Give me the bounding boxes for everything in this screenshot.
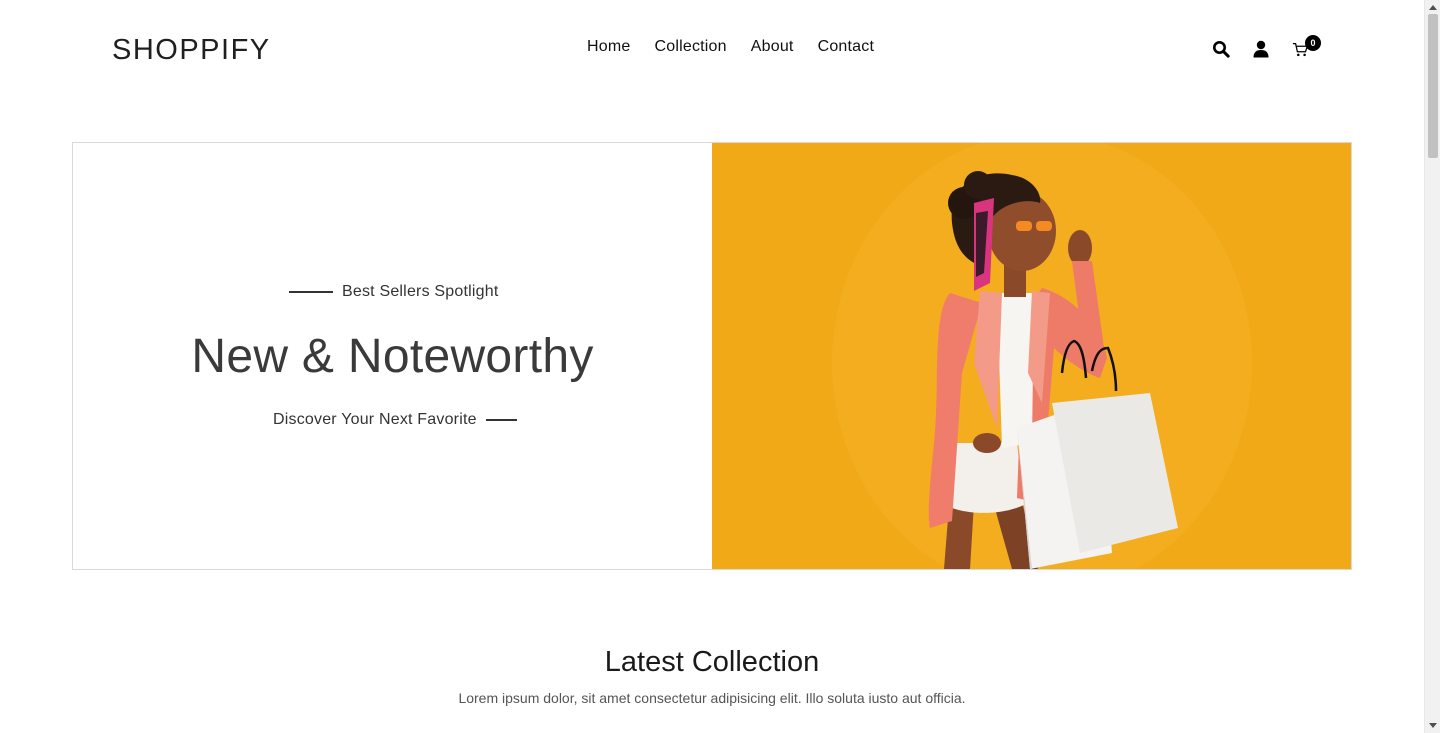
model-with-shopping-bags-illustration [712,143,1351,569]
nav-home-link[interactable]: Home [587,38,630,56]
latest-collection-description: Lorem ipsum dolor, sit amet consectetur … [458,690,966,706]
hero-image [712,143,1351,569]
search-icon[interactable] [1212,38,1230,60]
eyebrow-text: Best Sellers Spotlight [342,283,499,300]
hero-subtitle[interactable]: Discover Your Next Favorite [273,411,517,429]
main-nav: Home Collection About Contact [587,38,874,56]
hero-eyebrow: Best Sellers Spotlight [289,283,498,301]
hero-title: New & Noteworthy [191,330,594,383]
nav-contact-link[interactable]: Contact [818,38,875,56]
latest-collection-title: Latest Collection [604,646,820,678]
page-scrollbar[interactable] [1424,0,1440,733]
nav-collection-link[interactable]: Collection [654,38,726,56]
scroll-down-arrow-icon[interactable] [1429,723,1437,728]
user-icon[interactable] [1252,38,1270,60]
nav-about-link[interactable]: About [751,38,794,56]
hero-text-panel: Best Sellers Spotlight New & Noteworthy … [73,143,712,569]
header-icons: 0 [1212,35,1321,60]
scrollbar-thumb[interactable] [1428,14,1438,158]
hero-subtitle-text[interactable]: Discover Your Next Favorite [273,411,477,429]
eyebrow-divider [289,291,333,293]
cart-count-badge: 0 [1305,35,1321,51]
scroll-up-arrow-icon[interactable] [1429,5,1437,10]
logo[interactable]: SHOPPIFY [112,34,271,67]
cart-icon[interactable]: 0 [1292,35,1321,60]
subtitle-divider [485,419,517,421]
site-header: SHOPPIFY Home Collection About Contact 0 [0,0,1424,100]
hero-banner: Best Sellers Spotlight New & Noteworthy … [72,142,1352,570]
